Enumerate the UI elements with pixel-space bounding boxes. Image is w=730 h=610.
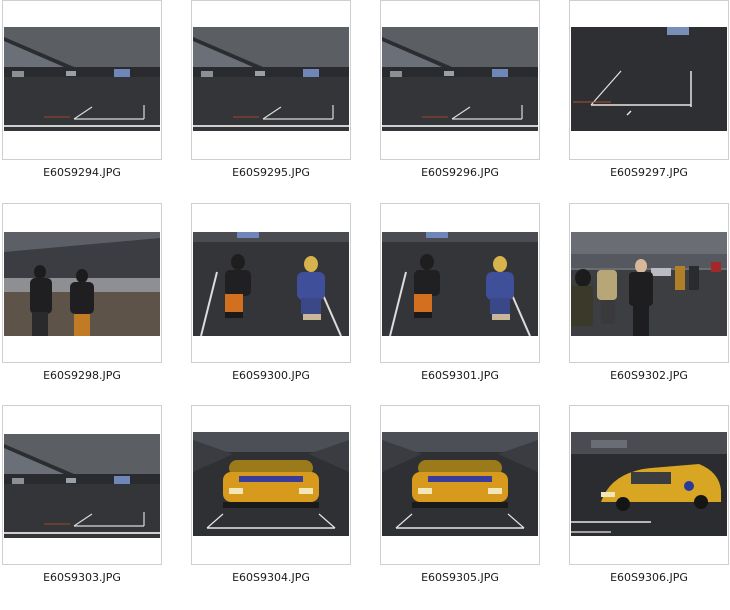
thumbnail-frame[interactable] [569, 0, 729, 160]
thumbnail-frame[interactable] [2, 405, 162, 565]
thumbnail-frame[interactable] [2, 203, 162, 363]
thumbnail-frame[interactable] [569, 405, 729, 565]
photo-thumbnail[interactable] [4, 434, 160, 538]
photo-thumbnail[interactable] [382, 232, 538, 336]
photo-thumbnail[interactable] [382, 432, 538, 536]
file-name-label[interactable]: E60S9303.JPG [2, 571, 162, 584]
thumbnail-frame[interactable] [380, 203, 540, 363]
photo-thumbnail[interactable] [571, 432, 727, 536]
thumbnail-frame[interactable] [380, 0, 540, 160]
photo-thumbnail[interactable] [571, 27, 727, 131]
photo-thumbnail[interactable] [193, 27, 349, 131]
photo-thumbnail[interactable] [193, 432, 349, 536]
thumbnail-frame[interactable] [569, 203, 729, 363]
file-name-label[interactable]: E60S9306.JPG [569, 571, 729, 584]
file-name-label[interactable]: E60S9296.JPG [380, 166, 540, 179]
thumbnail-grid: E60S9294.JPG E60S9295.JPG E60S9296.JPG E… [0, 0, 730, 610]
file-name-label[interactable]: E60S9294.JPG [2, 166, 162, 179]
file-name-label[interactable]: E60S9298.JPG [2, 369, 162, 382]
thumbnail-frame[interactable] [380, 405, 540, 565]
file-name-label[interactable]: E60S9301.JPG [380, 369, 540, 382]
file-name-label[interactable]: E60S9302.JPG [569, 369, 729, 382]
photo-thumbnail[interactable] [382, 27, 538, 131]
photo-thumbnail[interactable] [4, 27, 160, 131]
file-name-label[interactable]: E60S9300.JPG [191, 369, 351, 382]
file-name-label[interactable]: E60S9297.JPG [569, 166, 729, 179]
thumbnail-frame[interactable] [191, 0, 351, 160]
file-name-label[interactable]: E60S9295.JPG [191, 166, 351, 179]
thumbnail-frame[interactable] [191, 405, 351, 565]
thumbnail-frame[interactable] [2, 0, 162, 160]
photo-thumbnail[interactable] [193, 232, 349, 336]
photo-thumbnail[interactable] [571, 232, 727, 336]
thumbnail-frame[interactable] [191, 203, 351, 363]
photo-thumbnail[interactable] [4, 232, 160, 336]
file-name-label[interactable]: E60S9304.JPG [191, 571, 351, 584]
file-name-label[interactable]: E60S9305.JPG [380, 571, 540, 584]
